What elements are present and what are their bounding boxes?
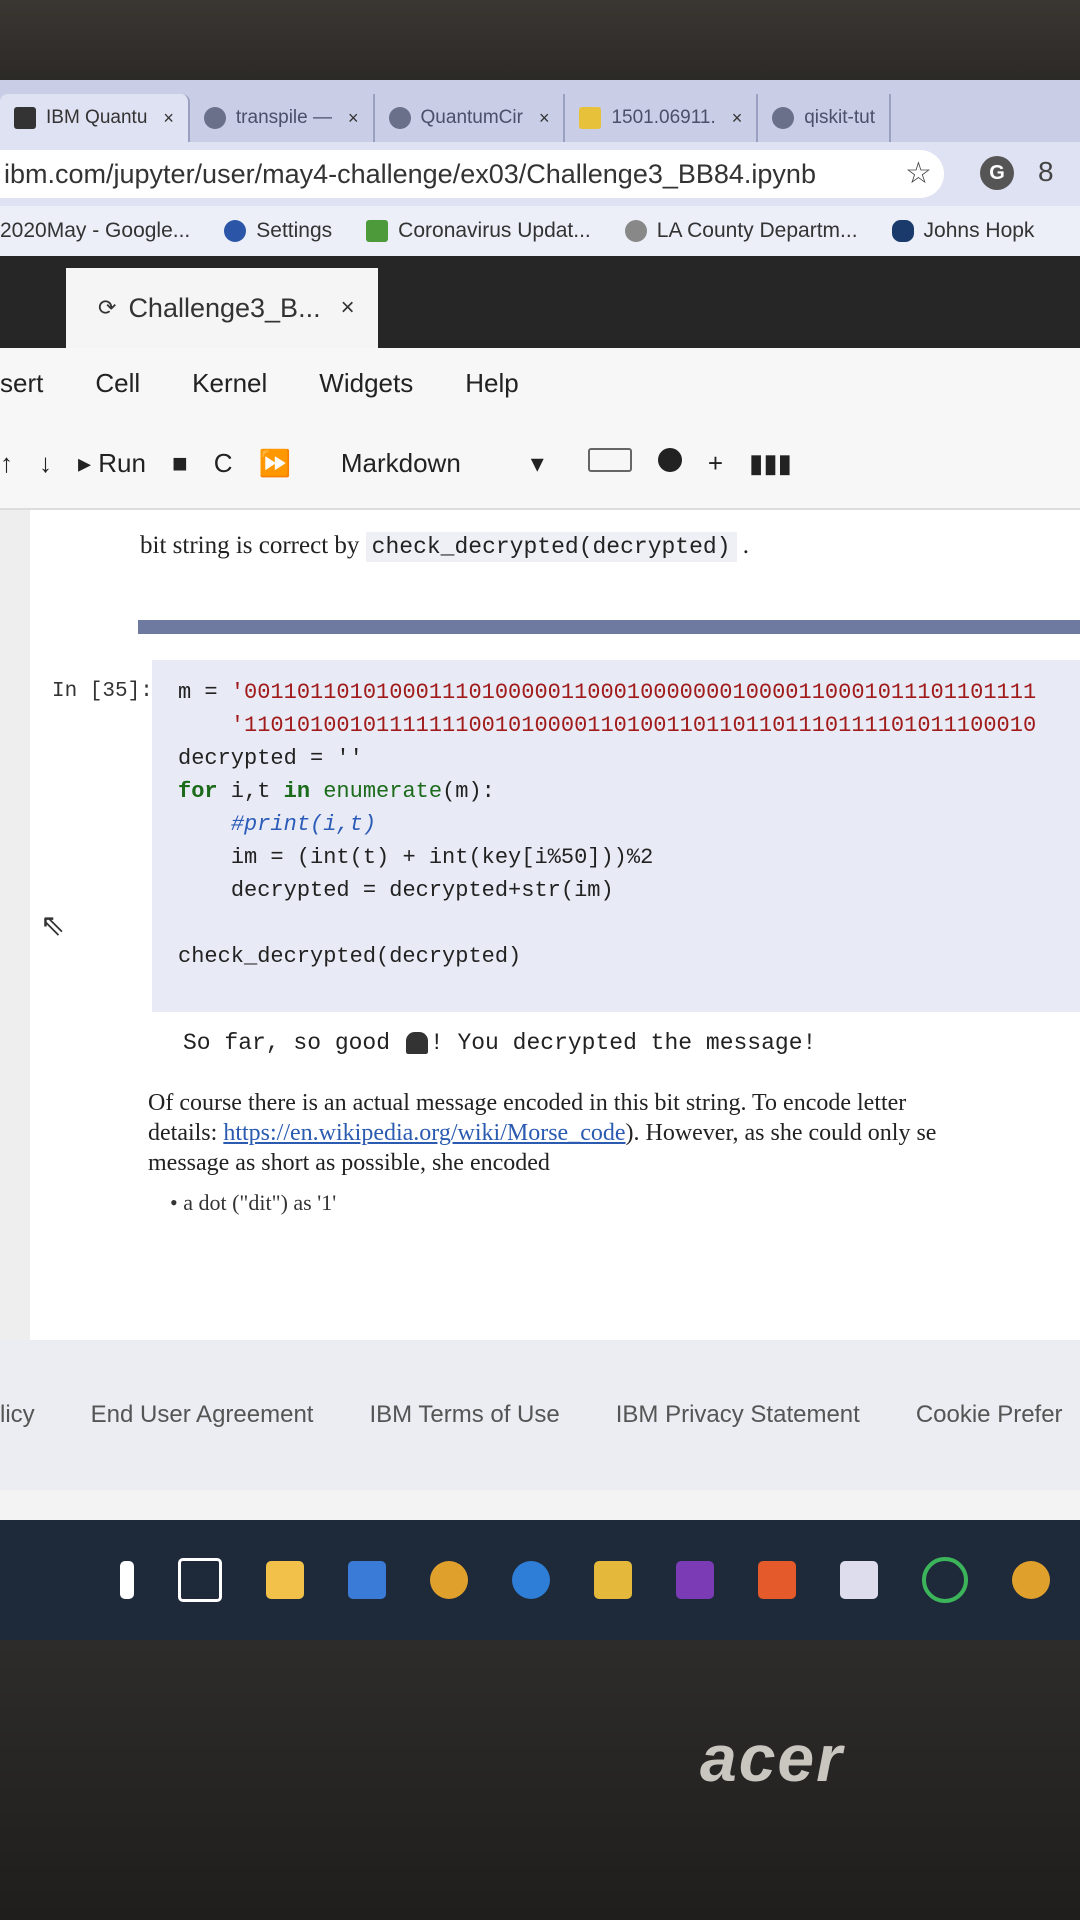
- bar-chart-icon[interactable]: ▮▮▮: [749, 448, 792, 479]
- jupyter-menu-bar: sert Cell Kernel Widgets Help: [0, 348, 1080, 418]
- close-icon[interactable]: ×: [341, 294, 355, 322]
- chevron-down-icon: ▾: [530, 447, 544, 478]
- la-county-icon: [624, 220, 647, 242]
- close-icon[interactable]: ×: [163, 108, 174, 129]
- list-item: • a dot ("dit") as '1': [170, 1190, 337, 1215]
- bookmarks-bar: 2020May - Google... Settings Coronavirus…: [0, 206, 1080, 256]
- chrome-icon[interactable]: [1012, 1561, 1050, 1599]
- task-view-icon[interactable]: [178, 1558, 222, 1602]
- tab-label: qiskit-tut: [804, 107, 875, 128]
- cell-type-select[interactable]: Markdown ▾: [341, 448, 544, 479]
- browser-tab-quantumcircuit[interactable]: QuantumCir ×: [375, 94, 566, 142]
- close-icon[interactable]: ×: [348, 108, 359, 129]
- menu-help[interactable]: Help: [465, 368, 518, 399]
- bookmark-coronavirus[interactable]: Coronavirus Updat...: [366, 219, 591, 243]
- mouse-cursor-icon: ⇖: [40, 909, 66, 942]
- footer-link-privacy[interactable]: IBM Privacy Statement: [616, 1401, 860, 1429]
- browser-tab-ibm-quantum[interactable]: IBM Quantu ×: [0, 94, 190, 142]
- file-explorer-icon[interactable]: [266, 1561, 304, 1599]
- divider: [138, 620, 1080, 634]
- record-icon[interactable]: [657, 447, 682, 479]
- restart-run-all-button[interactable]: ⏩: [258, 448, 290, 479]
- gear-icon: [224, 220, 247, 242]
- onenote-icon[interactable]: [676, 1561, 714, 1599]
- screen: IBM Quantu × transpile — × QuantumCir × …: [0, 80, 1080, 1640]
- jupyter-tab-bar: ⟳ Challenge3_B... ×: [0, 256, 1080, 348]
- markdown-paragraph: Of course there is an actual message enc…: [148, 1090, 937, 1176]
- app-icon[interactable]: [840, 1561, 878, 1599]
- keyboard-icon[interactable]: [587, 447, 632, 479]
- notebook-tab-title: Challenge3_B...: [128, 292, 321, 323]
- globe-icon: [388, 107, 411, 129]
- github-icon: [772, 107, 795, 129]
- menu-widgets[interactable]: Widgets: [319, 368, 413, 399]
- bookmark-la-county[interactable]: LA County Departm...: [624, 219, 858, 243]
- tab-label: transpile —: [235, 107, 333, 128]
- bookmark-settings[interactable]: Settings: [224, 219, 332, 243]
- add-cell-button[interactable]: +: [708, 448, 723, 479]
- code-text[interactable]: m = '00110110101000111010000011000100000…: [178, 676, 1036, 973]
- cell-output: So far, so good ! You decrypted the mess…: [183, 1030, 817, 1056]
- cell-type-value: Markdown: [340, 447, 461, 478]
- menu-kernel[interactable]: Kernel: [192, 368, 267, 399]
- browser-tab-strip: IBM Quantu × transpile — × QuantumCir × …: [0, 80, 1080, 142]
- morse-code-link[interactable]: https://en.wikipedia.org/wiki/Morse_code: [223, 1120, 625, 1146]
- globe-icon: [203, 107, 226, 129]
- bookmark-2020may[interactable]: 2020May - Google...: [0, 219, 190, 243]
- star-icon[interactable]: ☆: [905, 156, 932, 191]
- tab-label: QuantumCir: [420, 107, 523, 128]
- bookmark-johns-hopkins[interactable]: Johns Hopk: [891, 219, 1034, 243]
- menu-cell[interactable]: Cell: [95, 368, 140, 399]
- laptop-bezel-top: [0, 0, 1080, 90]
- edge-icon[interactable]: [512, 1561, 550, 1599]
- grammarly-icon[interactable]: G: [980, 156, 1014, 190]
- jupyter-toolbar: ↑ ↓ ▸ Run ■ C ⏩ Markdown ▾ + ▮▮▮: [0, 418, 1080, 510]
- close-icon[interactable]: ×: [539, 108, 550, 129]
- sublime-icon[interactable]: [594, 1561, 632, 1599]
- browser-tab-qiskit-tutorials[interactable]: qiskit-tut: [758, 94, 891, 142]
- inline-code: check_decrypted(decrypted): [365, 532, 737, 562]
- move-up-button[interactable]: ↑: [0, 448, 13, 479]
- interrupt-button[interactable]: ■: [172, 448, 188, 479]
- footer-link-end-user-agreement[interactable]: End User Agreement: [91, 1401, 314, 1429]
- acer-logo: acer: [700, 1721, 844, 1795]
- worldometer-icon: [366, 220, 389, 242]
- markdown-text: bit string is correct by check_decrypted…: [140, 532, 750, 562]
- cell-prompt: In [35]:: [52, 680, 153, 703]
- johns-hopkins-icon: [891, 220, 914, 242]
- chrome-icon[interactable]: [430, 1561, 468, 1599]
- footer-link-terms[interactable]: IBM Terms of Use: [369, 1401, 559, 1429]
- busy-icon: ⟳: [98, 295, 117, 320]
- laptop-bezel-bottom: [0, 1640, 1080, 1920]
- footer-link-cookie[interactable]: Cookie Prefer: [916, 1401, 1063, 1429]
- windows-taskbar: [0, 1520, 1080, 1640]
- microphone-icon[interactable]: [120, 1561, 134, 1599]
- smiley-icon: [579, 107, 602, 129]
- restart-button[interactable]: C: [214, 448, 233, 479]
- loading-icon[interactable]: [922, 1557, 968, 1603]
- tab-label: 1501.06911.: [611, 107, 716, 128]
- browser-tab-arxiv[interactable]: 1501.06911. ×: [565, 94, 759, 142]
- notebook-tab[interactable]: ⟳ Challenge3_B... ×: [66, 268, 378, 348]
- extension-icon[interactable]: 8: [1038, 156, 1054, 188]
- party-icon: [405, 1031, 428, 1054]
- close-icon[interactable]: ×: [732, 108, 743, 129]
- notebook-area: bit string is correct by check_decrypted…: [0, 510, 1080, 1340]
- ibm-quantum-icon: [14, 107, 36, 129]
- code-cell[interactable]: m = '00110110101000111010000011000100000…: [152, 660, 1080, 1012]
- run-button[interactable]: ▸ Run: [78, 448, 146, 479]
- address-bar-area: ibm.com/jupyter/user/may4-challenge/ex03…: [0, 142, 1080, 206]
- tab-label: IBM Quantu: [46, 107, 148, 128]
- brave-icon[interactable]: [758, 1561, 796, 1599]
- browser-tab-transpile[interactable]: transpile — ×: [190, 94, 375, 142]
- menu-insert[interactable]: sert: [0, 368, 43, 399]
- store-icon[interactable]: [348, 1561, 386, 1599]
- footer-link-policy[interactable]: licy: [0, 1401, 35, 1429]
- url-field[interactable]: ibm.com/jupyter/user/may4-challenge/ex03…: [0, 150, 944, 198]
- page-footer: licy End User Agreement IBM Terms of Use…: [0, 1340, 1080, 1490]
- move-down-button[interactable]: ↓: [39, 448, 52, 479]
